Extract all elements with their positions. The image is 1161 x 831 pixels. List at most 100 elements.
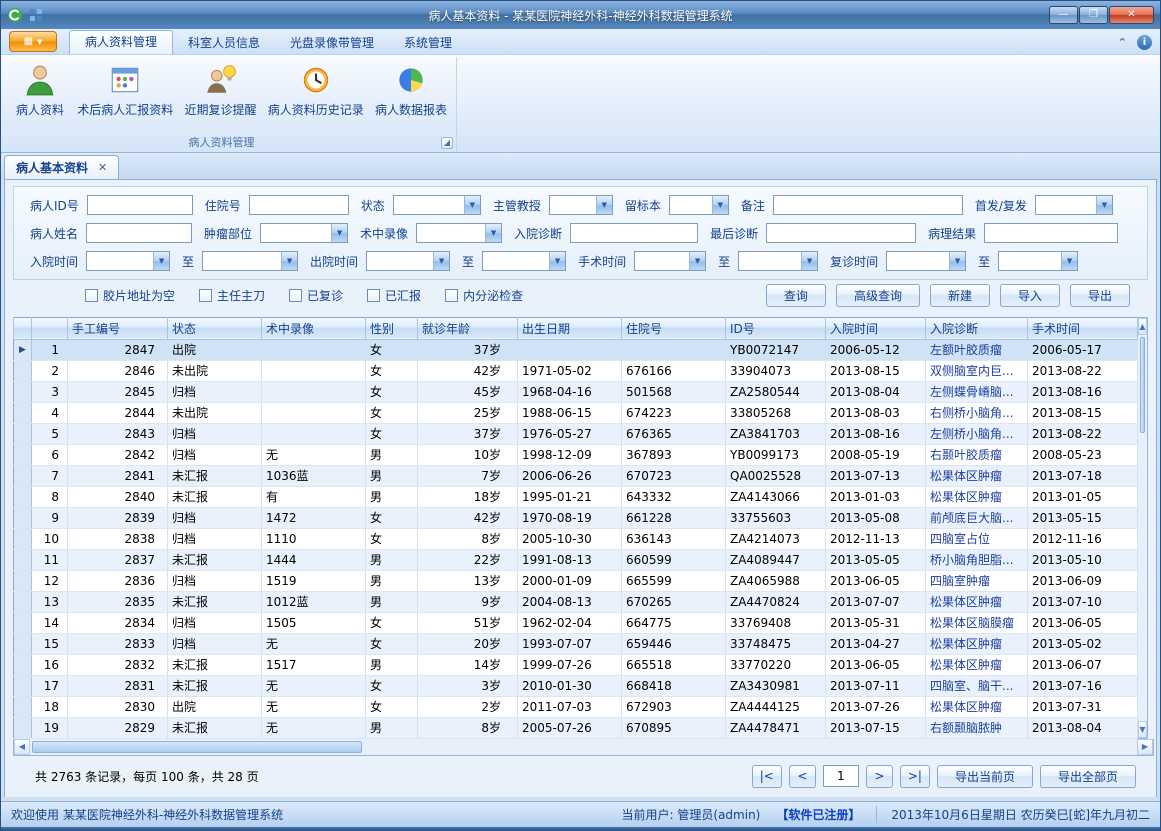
grid-cell[interactable]: 33770220 [726,654,826,675]
grid-cell[interactable]: 670895 [622,717,726,738]
grid-cell[interactable]: 2837 [68,549,168,570]
grid-cell[interactable]: 661228 [622,507,726,528]
professor-combo[interactable]: ▼ [549,195,613,215]
grid-cell[interactable]: 桥小脑角胆脂... [926,549,1028,570]
chevron-down-icon[interactable]: ▼ [1096,196,1112,214]
checkbox-icon[interactable] [85,289,98,302]
grid-cell[interactable]: 未汇报 [168,486,262,507]
grid-cell[interactable]: 2013-07-13 [826,465,926,486]
grid-cell[interactable]: 左额叶胶质瘤 [926,339,1028,360]
grid-cell[interactable]: 双侧脑室内巨... [926,360,1028,381]
chevron-down-icon[interactable]: ▼ [596,196,612,214]
grid-cell[interactable]: 643332 [622,486,726,507]
grid-cell[interactable]: 右侧桥小脑角... [926,402,1028,423]
export-all-pages-button[interactable]: 导出全部页 [1040,765,1136,788]
grid-cell[interactable]: 51岁 [418,612,518,633]
table-row[interactable]: ▶12847出院女37岁YB00721472006-05-12左额叶胶质瘤200… [14,339,1138,360]
table-row[interactable]: 192829未汇报无男8岁2005-07-26670895ZA447847120… [14,717,1138,738]
grid-cell[interactable]: 2010-01-30 [518,675,622,696]
onset-combo[interactable]: ▼ [1035,195,1113,215]
grid-cell[interactable]: 2845 [68,381,168,402]
table-row[interactable]: 22846未出院女42岁1971-05-02676166339040732013… [14,360,1138,381]
grid-column-header[interactable]: 出生日期 [518,317,622,339]
import-button[interactable]: 导入 [1000,284,1060,307]
grid-cell[interactable]: 2004-08-13 [518,591,622,612]
grid-cell[interactable]: 出院 [168,339,262,360]
grid-cell[interactable]: 1517 [262,654,366,675]
grid-cell[interactable]: 2834 [68,612,168,633]
grid-cell[interactable]: 2829 [68,717,168,738]
grid-cell[interactable]: 1962-02-04 [518,612,622,633]
first-page-button[interactable]: |< [752,765,782,788]
grid-cell[interactable]: 2008-05-19 [826,444,926,465]
grid-cell[interactable]: 女 [366,612,418,633]
admit-diag-input[interactable] [570,223,698,243]
grid-cell[interactable]: 2013-08-22 [1028,423,1138,444]
grid-cell[interactable]: 33904073 [726,360,826,381]
grid-cell[interactable]: 2013-07-11 [826,675,926,696]
grid-column-header[interactable]: 手工编号 [68,317,168,339]
chevron-down-icon[interactable]: ▼ [153,252,169,270]
grid-cell[interactable]: 右颞叶胶质瘤 [926,444,1028,465]
grid-cell[interactable]: 2847 [68,339,168,360]
table-row[interactable]: 92839归档1472女42岁1970-08-19661228337556032… [14,507,1138,528]
collapse-ribbon-icon[interactable]: ⌃ [1118,36,1127,49]
tab-patient-basic-info[interactable]: 病人基本资料 ✕ [4,155,119,179]
grid-cell[interactable]: 33755603 [726,507,826,528]
grid-cell[interactable]: 2013-08-16 [1028,381,1138,402]
grid-cell[interactable]: 归档 [168,423,262,444]
grid-cell[interactable]: ZA4470824 [726,591,826,612]
grid-cell[interactable] [622,339,726,360]
grid-cell[interactable]: 归档 [168,528,262,549]
grid-cell[interactable]: 659446 [622,633,726,654]
grid-cell[interactable]: 1995-01-21 [518,486,622,507]
grid-cell[interactable]: 归档 [168,507,262,528]
grid-cell[interactable]: 归档 [168,444,262,465]
grid-column-header[interactable]: 手术时间 [1028,317,1138,339]
grid-cell[interactable]: 女 [366,423,418,444]
grid-column-header[interactable]: 住院号 [622,317,726,339]
grid-cell[interactable]: 松果体区肿瘤 [926,465,1028,486]
table-row[interactable]: 142834归档1505女51岁1962-02-0466477533769408… [14,612,1138,633]
grid-cell[interactable]: 20岁 [418,633,518,654]
grid-cell[interactable]: 37岁 [418,339,518,360]
checkbox-icon[interactable] [289,289,302,302]
quick-access-icon[interactable] [29,8,43,22]
grid-cell[interactable]: ZA4089447 [726,549,826,570]
history-record-button[interactable]: 病人资料历史记录 [264,60,369,121]
grid-cell[interactable]: 出院 [168,696,262,717]
grid-cell[interactable]: YB0099173 [726,444,826,465]
grid-cell[interactable]: 归档 [168,570,262,591]
grid-cell[interactable]: 前颅底巨大脑... [926,507,1028,528]
grid-cell[interactable]: 未汇报 [168,675,262,696]
grid-cell[interactable]: 2833 [68,633,168,654]
table-row[interactable]: 32845归档女45岁1968-04-16501568ZA25805442013… [14,381,1138,402]
grid-column-header[interactable]: 就诊年龄 [418,317,518,339]
grid-cell[interactable]: 未出院 [168,402,262,423]
checkbox-endocrine-exam[interactable]: 内分泌检查 [445,287,523,304]
grid-cell[interactable]: 1012蓝 [262,591,366,612]
grid-cell[interactable]: 33805268 [726,402,826,423]
grid-cell[interactable]: 2013-07-18 [1028,465,1138,486]
grid-cell[interactable]: 2013-08-04 [826,381,926,402]
grid-cell[interactable]: 无 [262,444,366,465]
grid-cell[interactable]: 665599 [622,570,726,591]
grid-cell[interactable]: ZA4143066 [726,486,826,507]
grid-cell[interactable]: 664775 [622,612,726,633]
grid-cell[interactable]: 未汇报 [168,654,262,675]
checkbox-reported[interactable]: 已汇报 [367,287,421,304]
checkbox-icon[interactable] [199,289,212,302]
grid-cell[interactable]: 2013-05-31 [826,612,926,633]
grid-cell[interactable]: 3岁 [418,675,518,696]
grid-cell[interactable]: 2013-08-15 [826,360,926,381]
chevron-down-icon[interactable]: ▼ [949,252,965,270]
grid-column-header[interactable]: 入院诊断 [926,317,1028,339]
revisit-time-from-combo[interactable]: ▼ [886,251,966,271]
dialog-launcher-icon[interactable]: ◢ [441,137,453,149]
grid-cell[interactable] [262,402,366,423]
grid-cell[interactable]: 四脑室占位 [926,528,1028,549]
grid-cell[interactable]: 男 [366,570,418,591]
grid-cell[interactable]: 归档 [168,612,262,633]
grid-cell[interactable]: 33769408 [726,612,826,633]
patient-name-input[interactable] [86,223,192,243]
